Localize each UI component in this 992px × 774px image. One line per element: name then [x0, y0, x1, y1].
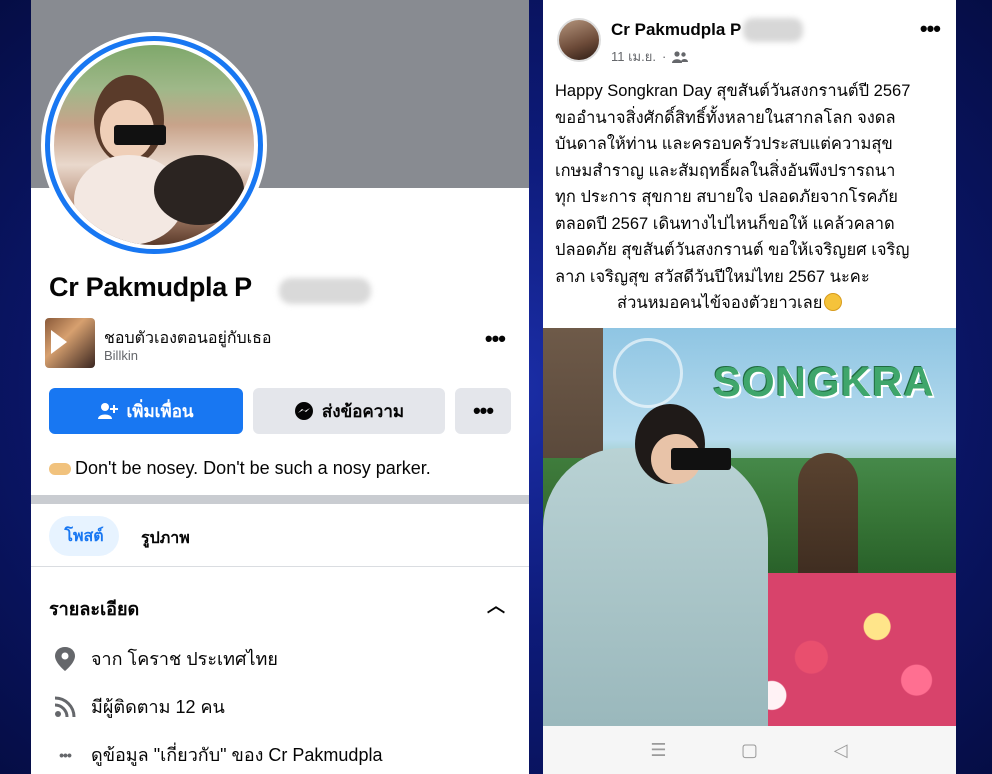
- home-nav-icon[interactable]: ▢: [735, 740, 765, 761]
- message-button[interactable]: ส่งข้อความ: [253, 388, 445, 434]
- post-author-avatar[interactable]: [557, 18, 601, 62]
- pointing-hand-icon: [49, 463, 71, 476]
- post-line: Happy Songkran Day สุขสันต์วันสงกรานต์ปี…: [555, 82, 911, 100]
- profile-panel: Cr Pakmudpla P ชอบตัวเองตอนอยู่กับเธอ Bi…: [31, 0, 529, 774]
- privacy-blackout-bar: [671, 448, 731, 470]
- post-meta: 11 เม.ย. ·: [611, 46, 689, 67]
- play-icon: [51, 330, 67, 354]
- profile-name: Cr Pakmudpla P: [49, 272, 252, 302]
- menu-nav-icon[interactable]: ☰: [644, 740, 674, 761]
- privacy-blackout-bar: [114, 125, 166, 145]
- bio-text: Don't be nosey. Don't be such a nosy par…: [75, 458, 431, 478]
- profile-music[interactable]: ชอบตัวเองตอนอยู่กับเธอ Billkin •••: [45, 318, 515, 370]
- more-dots-icon[interactable]: •••: [485, 326, 506, 352]
- add-friend-label: เพิ่มเพื่อน: [126, 401, 194, 421]
- post-panel: Cr Pakmudpla P 11 เม.ย. · ••• Happy Song…: [543, 0, 956, 774]
- post-date[interactable]: 11 เม.ย.: [611, 46, 656, 67]
- post-body: Happy Songkran Day สุขสันต์วันสงกรานต์ปี…: [555, 78, 947, 317]
- post-author-name[interactable]: Cr Pakmudpla P: [611, 20, 741, 40]
- location-pin-icon: [53, 646, 77, 671]
- chevron-up-icon[interactable]: ︿: [487, 592, 505, 618]
- rss-followers-icon: [53, 695, 77, 719]
- laughing-emoji-icon: [824, 293, 843, 311]
- songkran-sign: SONGKRA: [713, 358, 935, 405]
- android-nav-bar: ☰ ▢ ◁: [543, 726, 956, 774]
- profile-avatar[interactable]: [41, 32, 267, 258]
- detail-location-text: จาก โคราช ประเทศไทย: [91, 649, 278, 669]
- detail-row-location: จาก โคราช ประเทศไทย: [53, 644, 278, 673]
- music-artist: Billkin: [104, 348, 138, 363]
- detail-followers-text: มีผู้ติดตาม 12 คน: [91, 697, 225, 717]
- profile-bio: Don't be nosey. Don't be such a nosy par…: [49, 458, 431, 479]
- post-line: ทุก ประการ สุขกาย สบายใจ ปลอดภัยจากโรคภั…: [555, 188, 898, 206]
- detail-row-followers: มีผู้ติดตาม 12 คน: [53, 692, 225, 721]
- avatar-photo: [54, 45, 254, 245]
- post-line: เกษมสำราญ และสัมฤทธิ์ผลในสิ่งอันพึงปรารถ…: [555, 161, 896, 180]
- more-dots-icon: •••: [472, 398, 494, 423]
- name-blur-mask: [743, 18, 803, 42]
- add-friend-button[interactable]: เพิ่มเพื่อน: [49, 388, 243, 434]
- post-photo[interactable]: SONGKRA: [543, 328, 956, 726]
- details-title: รายละเอียด: [49, 599, 140, 619]
- post-line: ตลอดปี 2567 เดินทางไปไหนก็ขอให้ แคล้วคลา…: [555, 214, 895, 233]
- tab-photos[interactable]: รูปภาพ: [141, 526, 190, 551]
- messenger-icon: [294, 402, 313, 420]
- post-more-dots-icon[interactable]: •••: [920, 16, 941, 42]
- post-last-line: ส่วนหมอคนไข้จองตัวยาวเลย: [617, 294, 823, 312]
- detail-row-about[interactable]: ••• ดูข้อมูล "เกี่ยวกับ" ของ Cr Pakmudpl…: [53, 740, 382, 769]
- friends-audience-icon[interactable]: [672, 50, 689, 63]
- add-friend-icon: [98, 403, 119, 419]
- name-blur-mask: [279, 278, 371, 304]
- more-dots-icon: •••: [59, 746, 72, 763]
- profile-more-button[interactable]: •••: [455, 388, 511, 434]
- music-album-art: [45, 318, 95, 368]
- tab-posts[interactable]: โพสต์: [49, 516, 119, 556]
- avatar-story-ring: [45, 36, 263, 254]
- detail-about-text[interactable]: ดูข้อมูล "เกี่ยวกับ" ของ Cr Pakmudpla: [91, 740, 382, 769]
- back-nav-icon[interactable]: ◁: [826, 740, 856, 761]
- post-line: บันดาลให้ท่าน และครอบครัวประสบแต่ความสุข: [555, 135, 893, 153]
- message-label: ส่งข้อความ: [321, 401, 405, 421]
- post-line: ส่วนหมอคนไข้จองตัวยาวเลย: [555, 290, 947, 317]
- section-divider: [31, 495, 529, 504]
- post-line: ขออำนาจสิ่งศักดิ์สิทธิ์ทั้งหลายในสากลโลก…: [555, 108, 896, 127]
- post-line: ลาภ เจริญสุข สวัสดีวันปีใหม่ไทย 2567 นะค…: [555, 267, 870, 286]
- post-line: ปลอดภัย สุขสันต์วันสงกรานต์ ขอให้เจริญยศ…: [555, 241, 910, 259]
- tabs-divider: [31, 566, 529, 567]
